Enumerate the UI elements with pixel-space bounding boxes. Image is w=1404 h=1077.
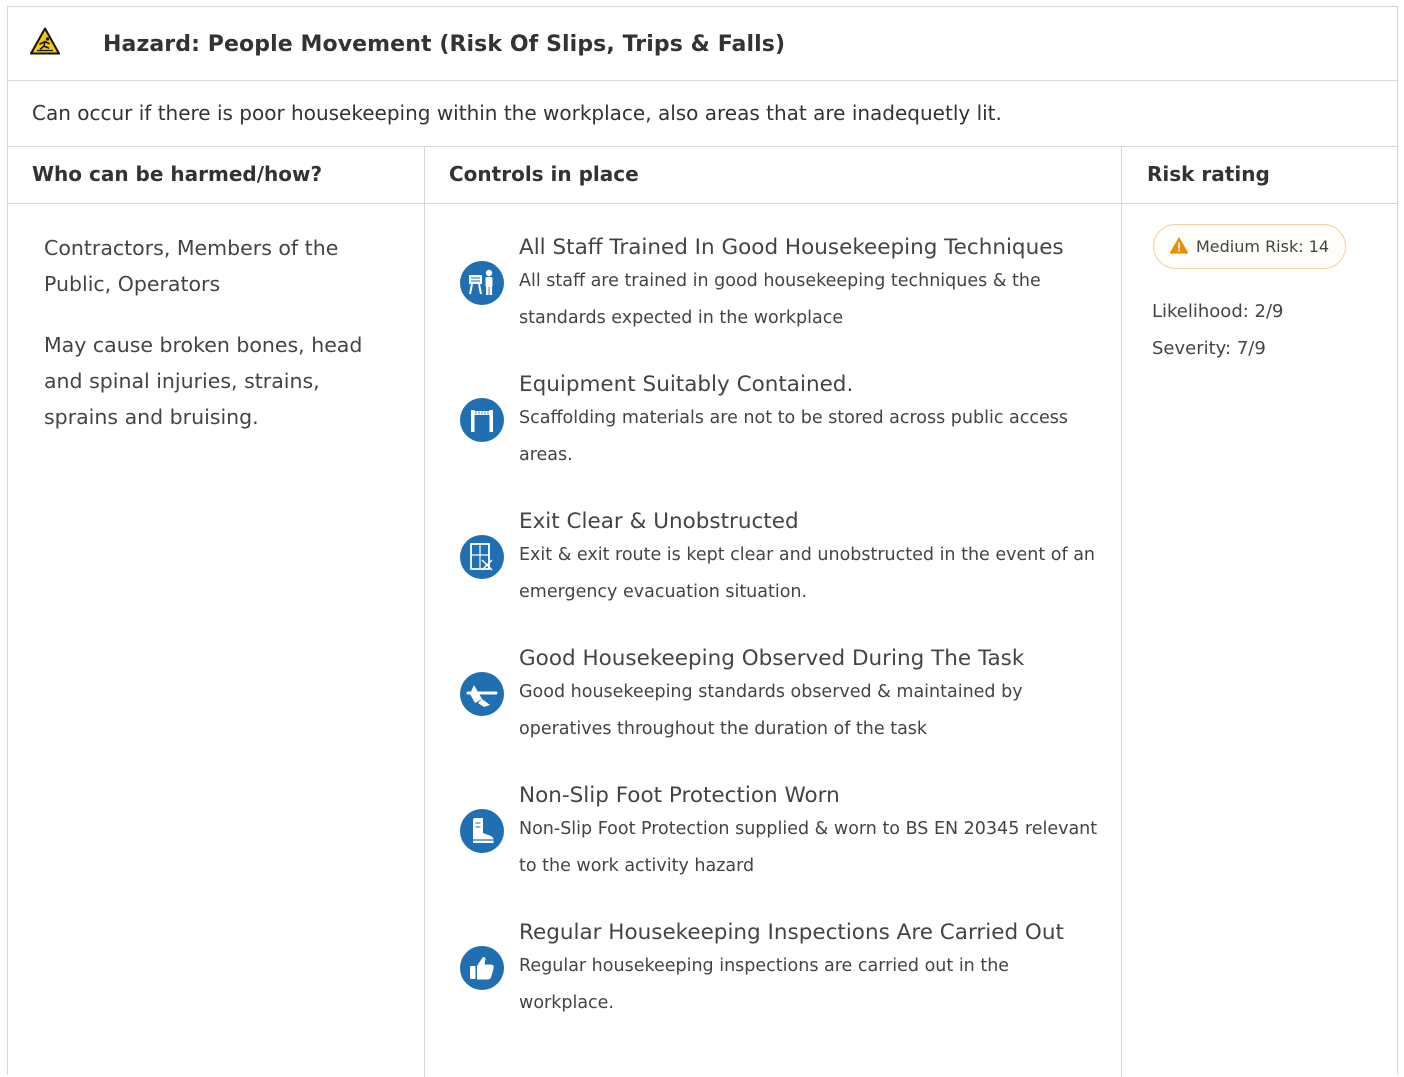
hazard-card: Hazard: People Movement (Risk Of Slips, … bbox=[7, 6, 1398, 1077]
control-description: Regular housekeeping inspections are car… bbox=[519, 956, 1010, 1013]
control-title: Regular Housekeeping Inspections Are Car… bbox=[519, 920, 1064, 945]
who-can-be-harmed: Contractors, Members of the Public, Oper… bbox=[44, 236, 339, 296]
thumbs-up-icon bbox=[460, 946, 504, 990]
severity-value: Severity: 7/9 bbox=[1152, 338, 1266, 359]
column-divider bbox=[1121, 147, 1122, 1077]
control-description: All staff are trained in good housekeepi… bbox=[519, 271, 1041, 328]
control-description: Scaffolding materials are not to be stor… bbox=[519, 408, 1068, 465]
control-description: Non-Slip Foot Protection supplied & worn… bbox=[519, 819, 1098, 876]
hazard-title: Hazard: People Movement (Risk Of Slips, … bbox=[103, 32, 786, 57]
control-title: Non-Slip Foot Protection Worn bbox=[519, 783, 840, 808]
control-title: All Staff Trained In Good Housekeeping T… bbox=[519, 235, 1064, 260]
barrier-icon bbox=[460, 398, 504, 442]
likelihood-value: Likelihood: 2/9 bbox=[1152, 301, 1284, 322]
control-description: Good housekeeping standards observed & m… bbox=[519, 682, 1023, 739]
control-title: Good Housekeeping Observed During The Ta… bbox=[519, 646, 1025, 671]
column-divider bbox=[424, 147, 425, 1077]
column-header-controls: Controls in place bbox=[449, 162, 639, 186]
control-description: Exit & exit route is kept clear and unob… bbox=[519, 545, 1096, 602]
exit-door-icon bbox=[460, 535, 504, 579]
hazard-description-row: Can occur if there is poor housekeeping … bbox=[8, 83, 1397, 147]
risk-level-label: Medium Risk: 14 bbox=[1196, 237, 1330, 256]
control-title: Equipment Suitably Contained. bbox=[519, 372, 854, 397]
hazard-header: Hazard: People Movement (Risk Of Slips, … bbox=[8, 7, 1397, 81]
risk-level-badge: Medium Risk: 14 bbox=[1153, 224, 1346, 269]
table-header: Who can be harmed/how? Controls in place… bbox=[8, 147, 1397, 204]
slip-hazard-warning-icon bbox=[30, 27, 60, 55]
how-harmed: May cause broken bones, head and spinal … bbox=[44, 333, 363, 429]
training-icon bbox=[460, 261, 504, 305]
control-title: Exit Clear & Unobstructed bbox=[519, 509, 799, 534]
warning-icon bbox=[1170, 237, 1188, 254]
column-header-risk: Risk rating bbox=[1147, 162, 1270, 186]
column-header-who: Who can be harmed/how? bbox=[32, 162, 323, 186]
hazard-description: Can occur if there is poor housekeeping … bbox=[32, 101, 1002, 125]
safety-boot-icon bbox=[460, 809, 504, 853]
broom-icon bbox=[460, 672, 504, 716]
